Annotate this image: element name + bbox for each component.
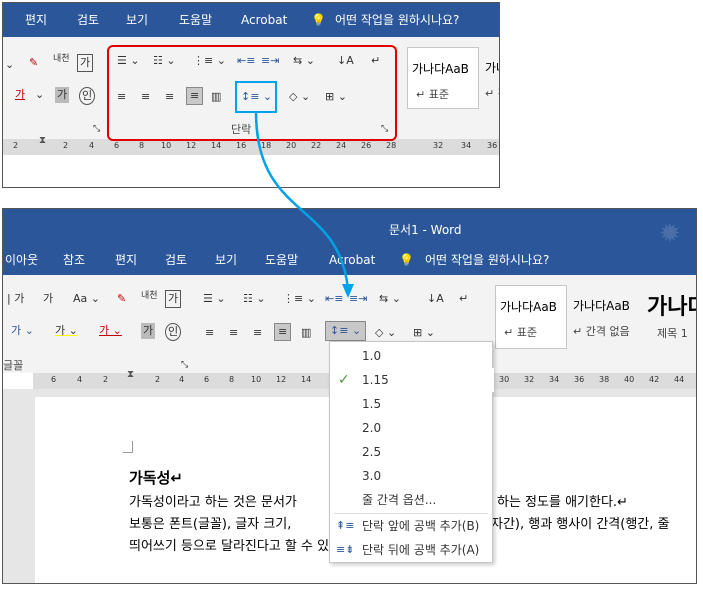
connector-arrow [254, 111, 354, 298]
